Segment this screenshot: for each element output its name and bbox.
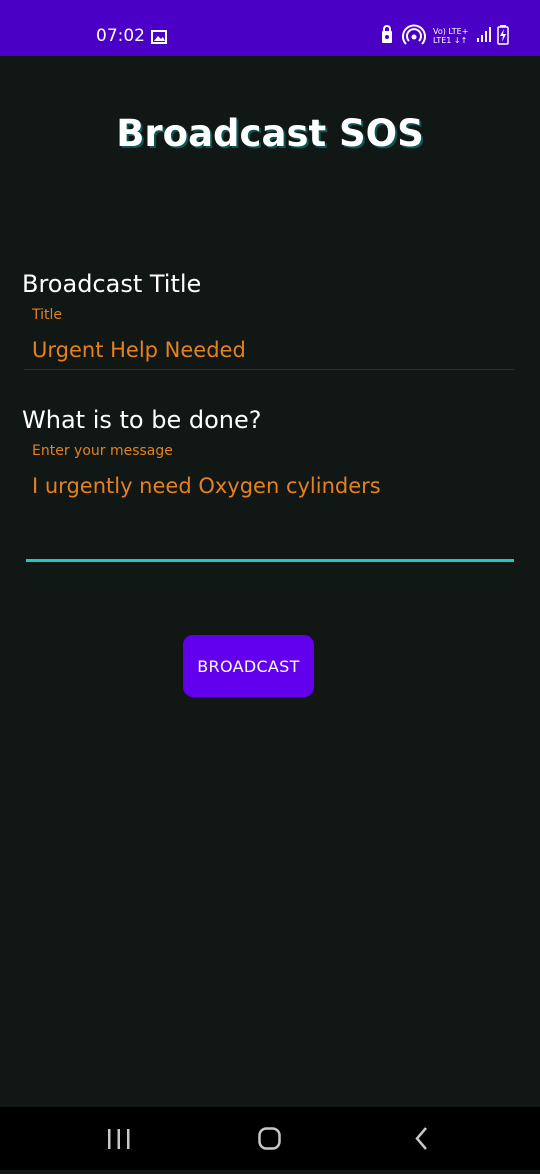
status-bar: 07:02 Vo) LTE+ LTE1 ↓↑ [0, 0, 540, 56]
signal-icon [476, 24, 492, 50]
recent-apps-icon[interactable] [79, 1107, 159, 1170]
title-input[interactable]: Urgent Help Needed [32, 338, 512, 362]
page-title: Broadcast SOS [116, 112, 424, 155]
message-input[interactable]: I urgently need Oxygen cylinders [32, 474, 512, 498]
title-field-label: Title [32, 307, 63, 323]
status-time: 07:02 [96, 26, 145, 46]
lock-icon [380, 24, 394, 50]
hotspot-icon [402, 24, 426, 50]
navigation-bar [0, 1107, 540, 1170]
message-field-label: Enter your message [32, 443, 173, 459]
back-icon[interactable] [381, 1107, 461, 1170]
broadcast-title-heading: Broadcast Title [22, 270, 202, 298]
message-input-underline [26, 559, 514, 562]
battery-icon [497, 24, 509, 50]
broadcast-button[interactable]: BROADCAST [183, 635, 314, 697]
title-input-underline [24, 369, 514, 370]
network-type-label: Vo) LTE+ LTE1 ↓↑ [433, 27, 469, 45]
message-heading: What is to be done? [22, 406, 262, 434]
home-icon[interactable] [230, 1107, 310, 1170]
image-icon [151, 29, 167, 48]
